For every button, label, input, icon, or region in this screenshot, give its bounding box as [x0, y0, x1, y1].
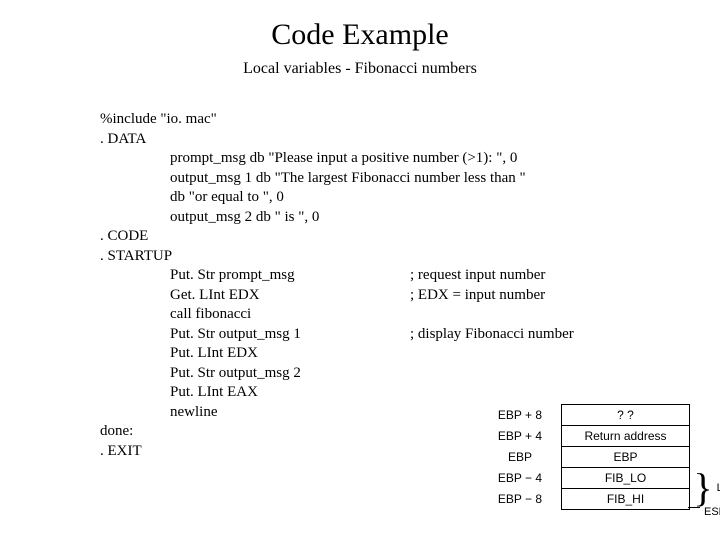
- instruction: Put. Str output_msg 1: [170, 325, 410, 345]
- slide-subtitle: Local variables - Fibonacci numbers: [0, 60, 720, 78]
- stack-cell: Return address: [562, 426, 690, 447]
- comment: ; EDX = input number: [410, 286, 545, 306]
- slide-title: Code Example: [0, 0, 720, 52]
- table-row: EBP + 4 Return address: [479, 426, 690, 447]
- data-line: output_msg 2 db " is ", 0: [170, 208, 574, 228]
- include-line: %include "io. mac": [100, 110, 574, 130]
- stack-frame-diagram: EBP + 8 ? ? EBP + 4 Return address EBP E…: [479, 404, 690, 510]
- code-directive: . CODE: [100, 227, 574, 247]
- instruction: call fibonacci: [170, 305, 410, 325]
- code-row: Put. Str output_msg 2: [100, 364, 574, 384]
- offset-label: EBP − 8: [479, 489, 562, 510]
- offset-label: EBP + 4: [479, 426, 562, 447]
- data-line: db "or equal to ", 0: [170, 188, 574, 208]
- instruction: Put. Str output_msg 2: [170, 364, 410, 384]
- offset-label: EBP + 8: [479, 405, 562, 426]
- instruction: Put. Str prompt_msg: [170, 266, 410, 286]
- table-row: EBP − 8 FIB_HI: [479, 489, 690, 510]
- data-line: prompt_msg db "Please input a positive n…: [170, 149, 574, 169]
- data-directive: . DATA: [100, 130, 574, 150]
- startup-directive: . STARTUP: [100, 247, 574, 267]
- code-row: Get. LInt EDX ; EDX = input number: [100, 286, 574, 306]
- brace-annotation: } Local variables: [693, 468, 720, 508]
- data-line: output_msg 1 db "The largest Fibonacci n…: [170, 169, 574, 189]
- instruction: Put. LInt EDX: [170, 344, 410, 364]
- table-row: EBP + 8 ? ?: [479, 405, 690, 426]
- brace-icon: }: [693, 468, 712, 508]
- brace-label: Local variables: [717, 482, 720, 494]
- esp-label: ESP: [704, 506, 720, 518]
- code-row: call fibonacci: [100, 305, 574, 325]
- code-row: Put. LInt EDX: [100, 344, 574, 364]
- table-row: EBP EBP: [479, 447, 690, 468]
- stack-cell: FIB_HI: [562, 489, 690, 510]
- esp-pointer-line: [688, 507, 700, 508]
- instruction: Put. LInt EAX: [170, 383, 410, 403]
- stack-cell: FIB_LO: [562, 468, 690, 489]
- instruction: newline: [170, 403, 410, 423]
- offset-label: EBP: [479, 447, 562, 468]
- instruction: Get. LInt EDX: [170, 286, 410, 306]
- comment: ; request input number: [410, 266, 545, 286]
- code-row: Put. Str output_msg 1 ; display Fibonacc…: [100, 325, 574, 345]
- code-row: Put. Str prompt_msg ; request input numb…: [100, 266, 574, 286]
- stack-cell: ? ?: [562, 405, 690, 426]
- offset-label: EBP − 4: [479, 468, 562, 489]
- table-row: EBP − 4 FIB_LO: [479, 468, 690, 489]
- code-row: Put. LInt EAX: [100, 383, 574, 403]
- stack-cell: EBP: [562, 447, 690, 468]
- stack-table: EBP + 8 ? ? EBP + 4 Return address EBP E…: [479, 404, 690, 510]
- slide: Code Example Local variables - Fibonacci…: [0, 0, 720, 540]
- comment: ; display Fibonacci number: [410, 325, 574, 345]
